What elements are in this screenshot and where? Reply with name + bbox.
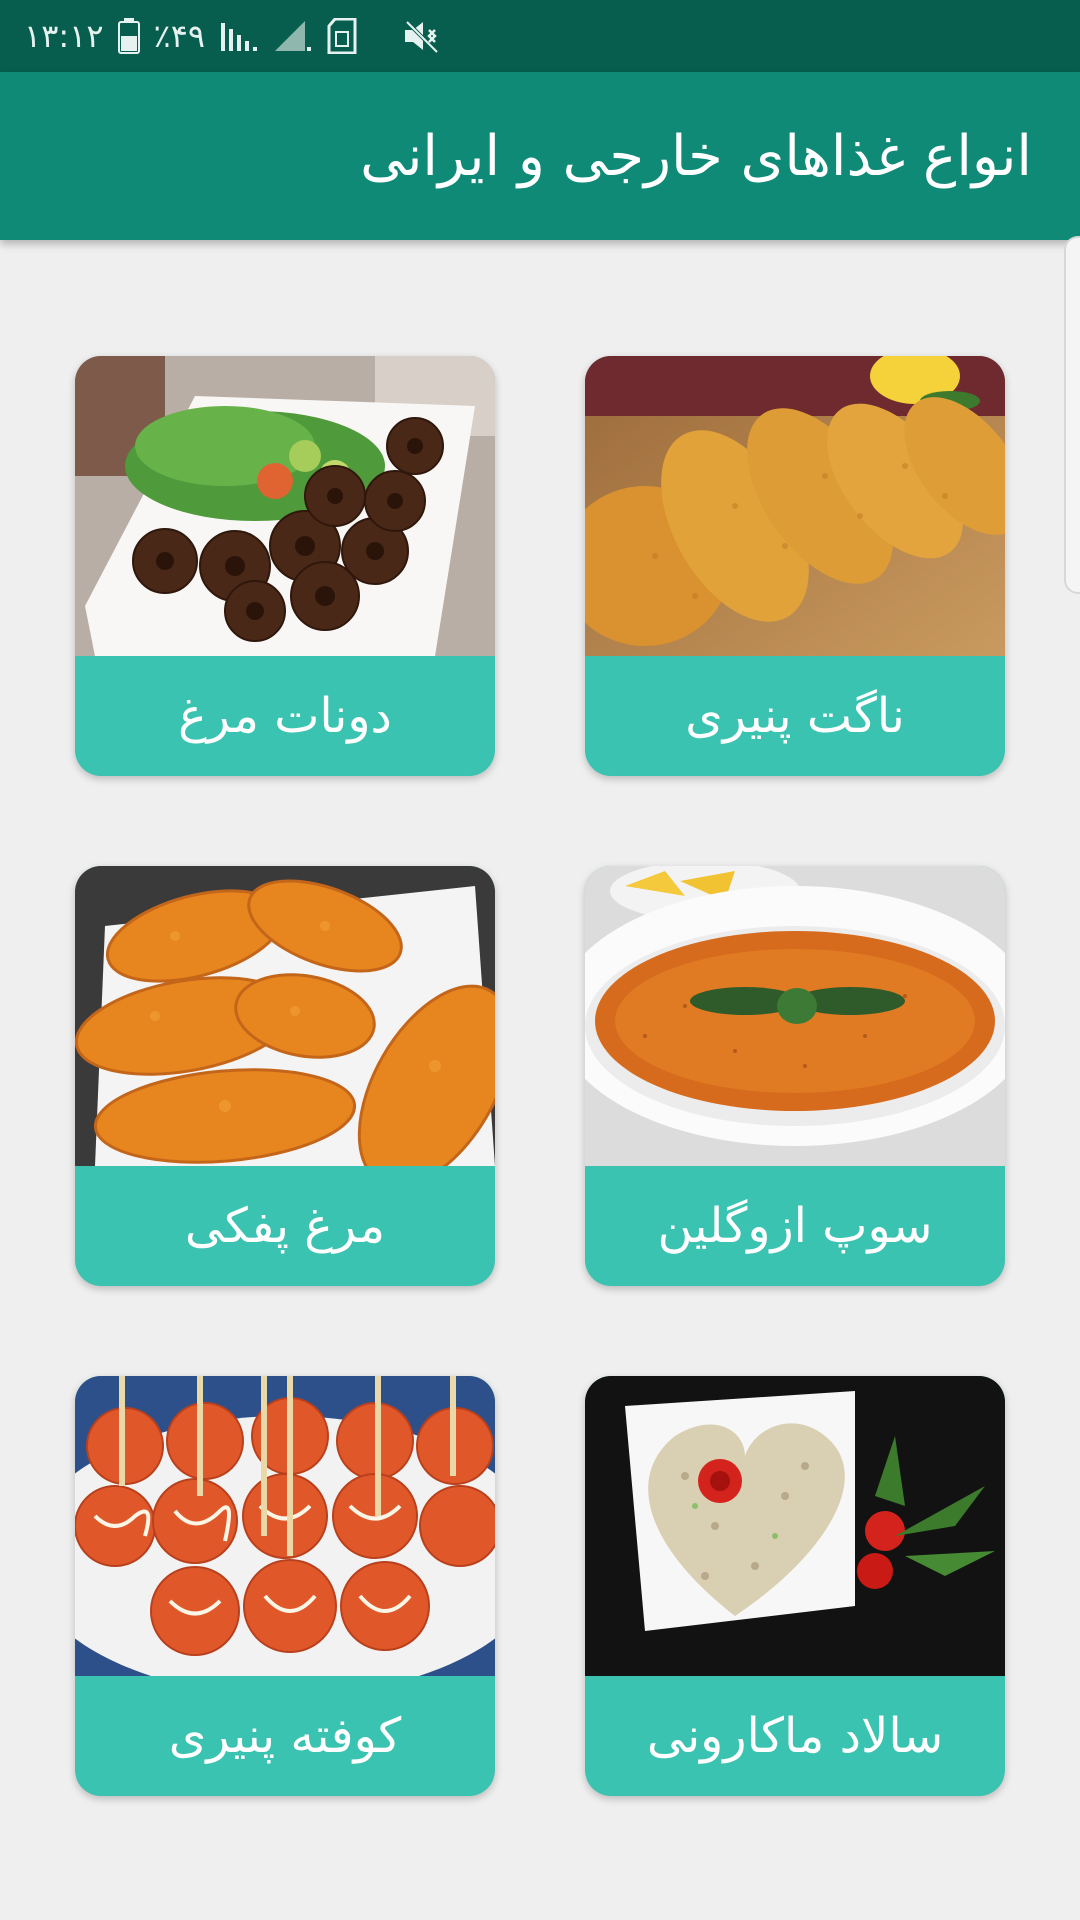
card-crispy-chicken[interactable]: مرغ پفکی xyxy=(75,866,495,1286)
battery-icon xyxy=(117,18,140,54)
status-left: ۱۳:۱۲ ٪۴۹ xyxy=(0,17,443,55)
crispy-chicken-image xyxy=(75,866,495,1166)
card-chicken-donut[interactable]: دونات مرغ xyxy=(75,356,495,776)
card-label: دونات مرغ xyxy=(178,688,392,744)
card-label: مرغ پفکی xyxy=(184,1198,386,1254)
card-cheese-meatball[interactable]: کوفته پنیری xyxy=(75,1376,495,1796)
signal-icon xyxy=(219,19,259,53)
app-bar: انواع غذاهای خارجی و ایرانی xyxy=(0,72,1080,240)
page-title: انواع غذاهای خارجی و ایرانی xyxy=(360,124,1032,189)
scroll-handle[interactable] xyxy=(1064,236,1080,594)
cheese-meatball-image xyxy=(75,1376,495,1676)
card-label: سوپ ازوگلین xyxy=(657,1198,933,1254)
signal-weak-icon xyxy=(273,19,313,53)
card-label: کوفته پنیری xyxy=(168,1708,402,1764)
cheese-nugget-image xyxy=(585,356,1005,656)
macaroni-salad-image xyxy=(585,1376,1005,1676)
card-ezogelin-soup[interactable]: سوپ ازوگلین xyxy=(585,866,1005,1286)
ezogelin-soup-image xyxy=(585,866,1005,1166)
mute-icon xyxy=(403,18,443,54)
sim-card-icon xyxy=(327,18,357,54)
chicken-donut-image xyxy=(75,356,495,656)
card-cheese-nugget[interactable]: ناگت پنیری xyxy=(585,356,1005,776)
card-label: ناگت پنیری xyxy=(685,688,905,744)
card-macaroni-salad[interactable]: سالاد ماکارونی xyxy=(585,1376,1005,1796)
status-bar: ۱۳:۱۲ ٪۴۹ xyxy=(0,0,1080,72)
clock: ۱۳:۱۲ xyxy=(24,17,104,55)
battery-percent: ٪۴۹ xyxy=(153,17,206,55)
card-label: سالاد ماکارونی xyxy=(646,1708,944,1764)
